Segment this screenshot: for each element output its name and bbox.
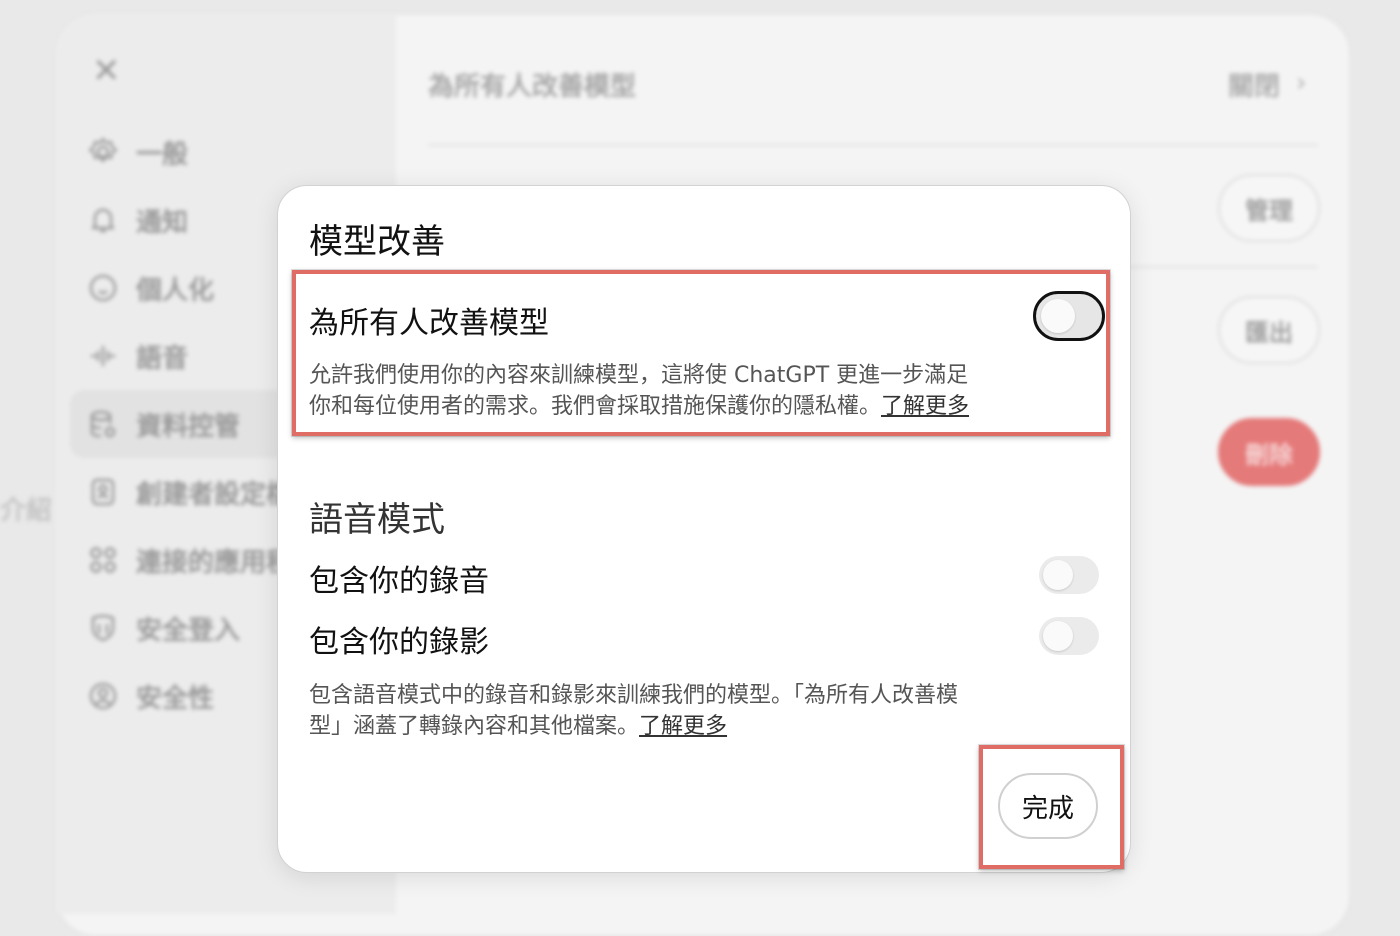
toggle-knob: [1041, 299, 1075, 333]
description-line: 允許我們使用你的內容來訓練模型，這將使 ChatGPT 更進一步滿足: [309, 363, 969, 388]
description-text: 你和每位使用者的需求。我們會採取措施保護你的隱私權。: [309, 394, 882, 419]
sidebar-item-label: 個人化: [136, 275, 215, 306]
sidebar-item-label: 創建者設定檔: [136, 479, 293, 510]
personalize-icon: [86, 271, 120, 305]
improve-model-title: 為所有人改善模型: [309, 306, 549, 341]
toggle-knob: [1043, 560, 1073, 590]
done-button[interactable]: 完成: [998, 773, 1098, 839]
include-audio-toggle[interactable]: [1039, 556, 1099, 594]
sidebar-item-label: 一般: [136, 139, 189, 170]
include-video-label: 包含你的錄影: [309, 625, 489, 660]
learn-more-link[interactable]: 了解更多: [881, 394, 969, 419]
sidebar-item-label: 語音: [136, 343, 189, 374]
export-button[interactable]: 匯出: [1218, 296, 1320, 364]
voice-mode-description: 包含語音模式中的錄音和錄影來訓練我們的模型。「為所有人改善模 型」涵蓋了轉錄內容…: [309, 680, 1009, 742]
dialog-title: 模型改善: [309, 222, 445, 262]
description-text: 型」涵蓋了轉錄內容和其他檔案。: [309, 714, 640, 739]
manage-button[interactable]: 管理: [1218, 174, 1320, 242]
security-icon: [86, 679, 120, 713]
delete-button[interactable]: 刪除: [1218, 418, 1320, 486]
setting-row-value[interactable]: 關閉: [1228, 66, 1280, 103]
include-video-toggle[interactable]: [1039, 617, 1099, 655]
voice-mode-title: 語音模式: [309, 500, 445, 540]
learn-more-link[interactable]: 了解更多: [639, 714, 727, 739]
setting-row-title: 為所有人改善模型: [428, 72, 637, 102]
bell-icon: [86, 203, 120, 237]
shield-key-icon: [86, 611, 120, 645]
voice-wave-icon: [86, 339, 120, 373]
divider: [428, 144, 1318, 146]
close-icon[interactable]: ✕: [92, 54, 121, 88]
description-line: 型」涵蓋了轉錄內容和其他檔案。了解更多: [309, 711, 1009, 742]
improve-model-description: 允許我們使用你的內容來訓練模型，這將使 ChatGPT 更進一步滿足 你和每位使…: [309, 360, 1009, 422]
chevron-right-icon[interactable]: ›: [1296, 68, 1306, 98]
toggle-knob: [1043, 621, 1073, 651]
gear-icon: [86, 135, 120, 169]
description-line: 你和每位使用者的需求。我們會採取措施保護你的隱私權。了解更多: [309, 391, 1009, 422]
model-improvement-dialog: 模型改善 為所有人改善模型 允許我們使用你的內容來訓練模型，這將使 ChatGP…: [277, 185, 1131, 873]
sidebar-item-label: 安全性: [136, 683, 215, 714]
sidebar-item-label: 通知: [136, 207, 189, 238]
sidebar-item-label: 資料控管: [136, 411, 241, 442]
improve-model-toggle[interactable]: [1033, 291, 1105, 341]
apps-icon: [86, 543, 120, 577]
sidebar-item-label: 安全登入: [136, 615, 241, 646]
sidebar-item-general[interactable]: 一般: [86, 118, 346, 186]
include-audio-label: 包含你的錄音: [309, 564, 489, 599]
left-edge-text: 介紹: [0, 496, 53, 526]
database-icon: [86, 407, 120, 441]
profile-card-icon: [86, 475, 120, 509]
description-line: 包含語音模式中的錄音和錄影來訓練我們的模型。「為所有人改善模: [309, 683, 959, 708]
